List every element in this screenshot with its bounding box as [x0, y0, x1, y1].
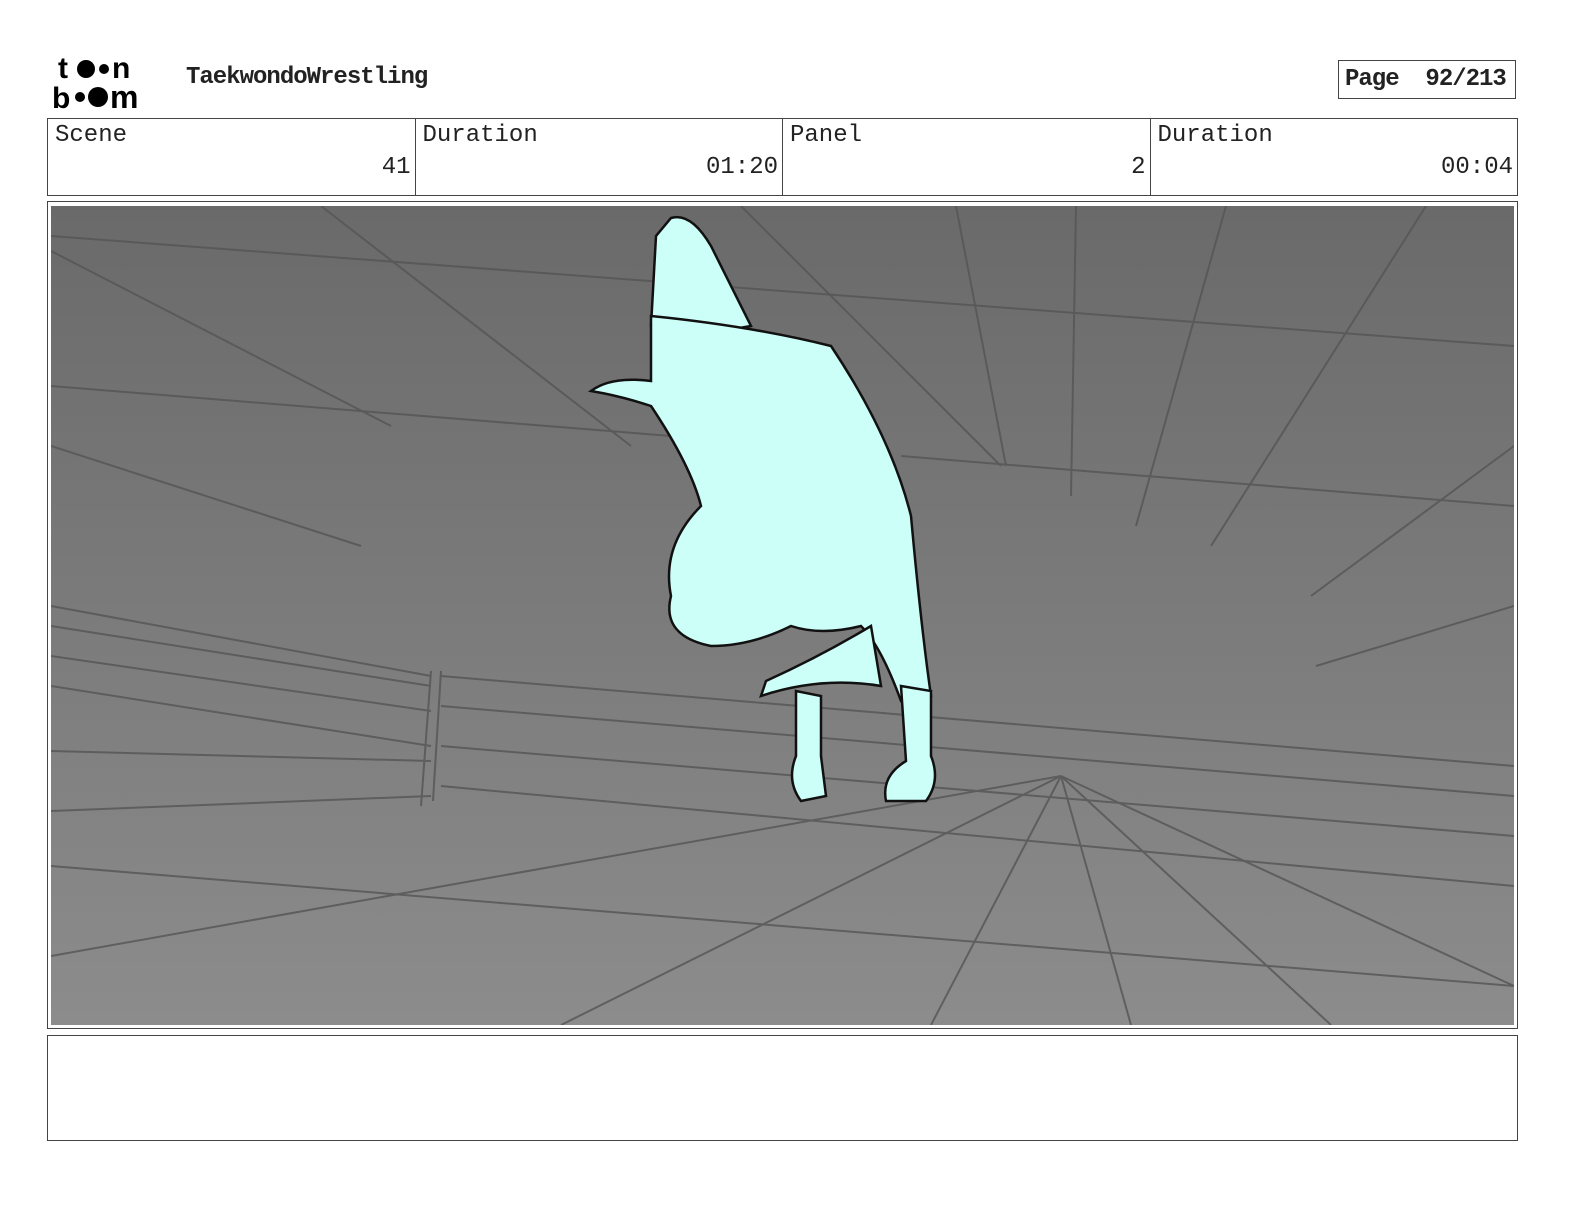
panel-duration-cell: Duration 00:04	[1149, 119, 1518, 195]
page-indicator: Page 92/213	[1338, 60, 1516, 99]
panel-cell: Panel 2	[782, 119, 1150, 195]
scene-label: Scene	[55, 122, 128, 149]
page-label: Page	[1345, 66, 1400, 93]
notes-box	[47, 1035, 1518, 1141]
scene-value: 41	[381, 154, 411, 181]
panel-value: 2	[1131, 154, 1146, 181]
panel-duration-value: 00:04	[1440, 154, 1513, 181]
scene-duration-label: Duration	[422, 122, 538, 149]
svg-text:b: b	[52, 82, 70, 110]
panel-label: Panel	[790, 122, 863, 149]
svg-text:m: m	[110, 79, 138, 110]
toon-boom-logo: t n b m	[52, 52, 138, 110]
svg-text:t: t	[58, 52, 68, 85]
page-value: 92/213	[1425, 66, 1506, 93]
project-title: TaekwondoWrestling	[186, 64, 428, 91]
scene-duration-value: 01:20	[705, 154, 778, 181]
scene-cell: Scene 41	[48, 119, 415, 195]
wrestling-ring-sketch	[51, 206, 1514, 1025]
storyboard-drawing	[51, 206, 1514, 1025]
panel-duration-label: Duration	[1157, 122, 1273, 149]
panel-info-bar: Scene 41 Duration 01:20 Panel 2 Duration…	[47, 118, 1518, 196]
scene-duration-cell: Duration 01:20	[414, 119, 783, 195]
